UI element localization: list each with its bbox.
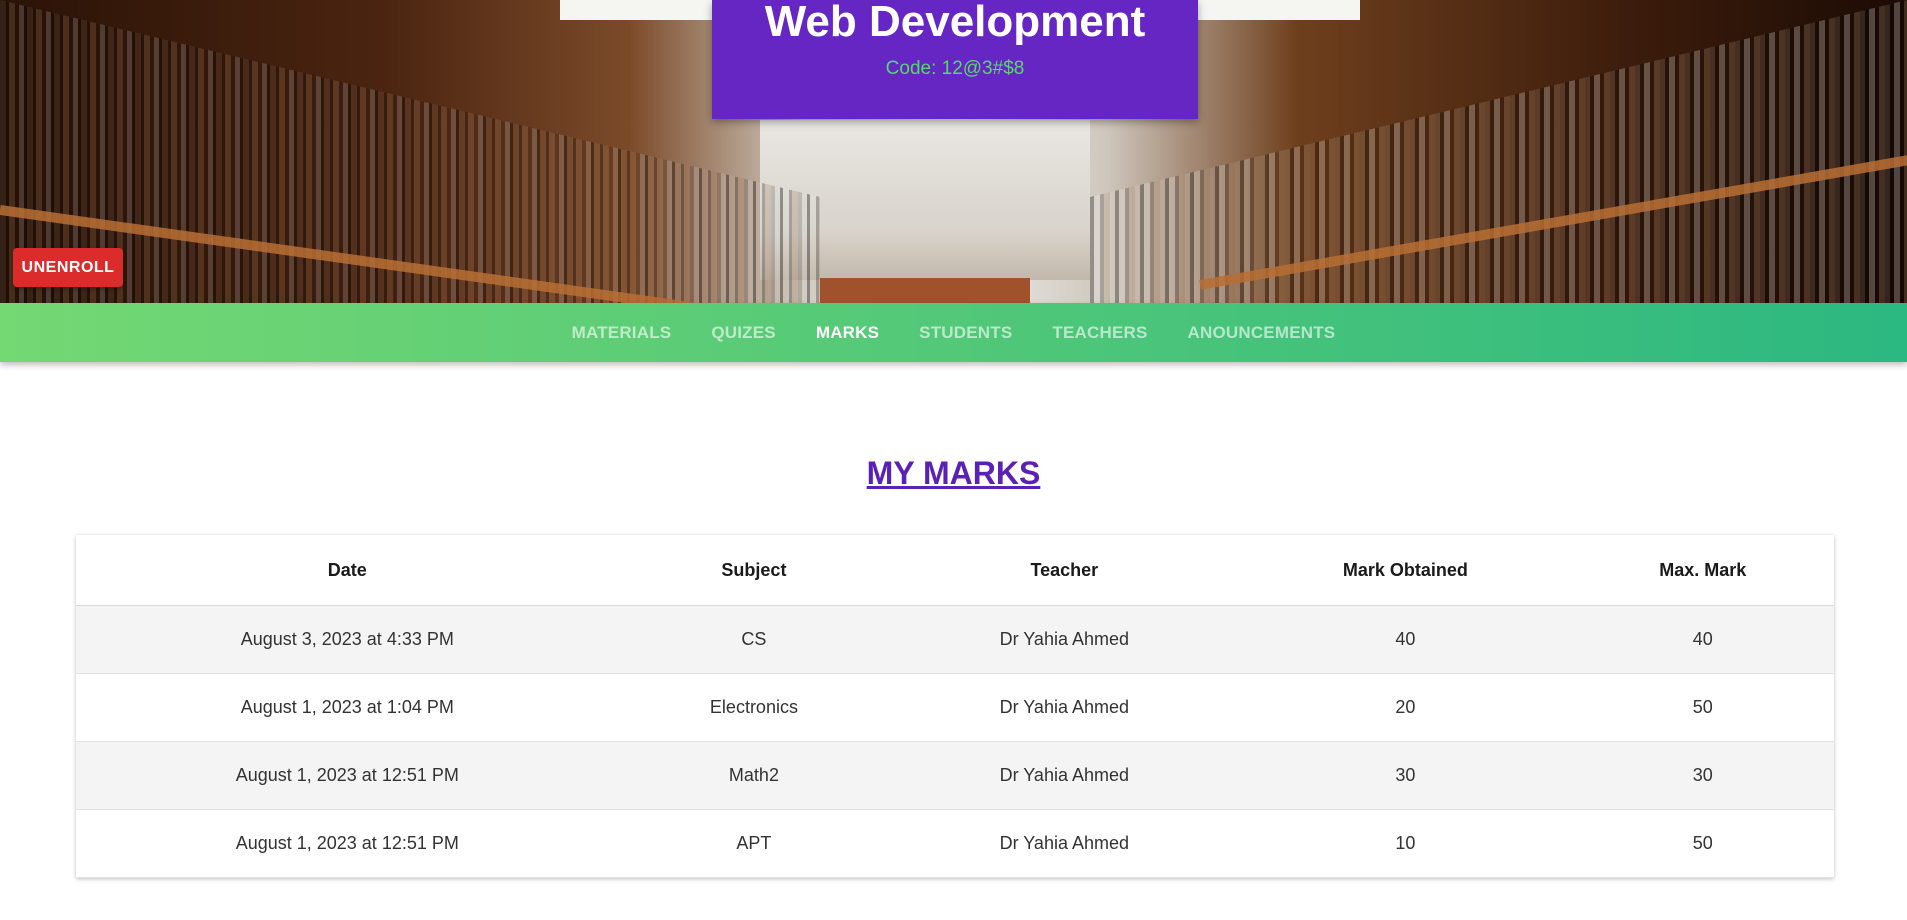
cell-mark-obtained: 10 <box>1239 809 1572 878</box>
table-row: August 3, 2023 at 4:33 PM CS Dr Yahia Ahme… <box>76 605 1834 674</box>
table-header-row: Date Subject Teacher Mark Obtained Max. … <box>76 535 1834 606</box>
cell-date: August 1, 2023 at 12:51 PM <box>76 809 619 878</box>
course-banner: Web Development Code: 12@3#$8 UNENROLL <box>0 0 1907 303</box>
table-row: August 1, 2023 at 12:51 PM APT Dr Yahia Ah… <box>76 809 1834 878</box>
column-header-subject: Subject <box>618 535 890 606</box>
table-row: August 1, 2023 at 1:04 PM Electronics Dr Y… <box>76 673 1834 742</box>
cell-date: August 1, 2023 at 12:51 PM <box>76 741 619 810</box>
tab-teachers[interactable]: TEACHERS <box>1032 323 1167 343</box>
banner-left-bookshelf <box>0 0 820 303</box>
course-code: Code: 12@3#$8 <box>885 58 1025 79</box>
cell-teacher: Dr Yahia Ahmed <box>889 741 1240 810</box>
course-title-card: Web Development Code: 12@3#$8 <box>712 0 1198 119</box>
cell-max-mark: 30 <box>1571 741 1834 810</box>
cell-mark-obtained: 40 <box>1239 605 1572 674</box>
cell-teacher: Dr Yahia Ahmed <box>889 605 1240 674</box>
column-header-max-mark: Max. Mark <box>1571 535 1834 606</box>
tab-marks[interactable]: MARKS <box>796 323 899 343</box>
cell-date: August 1, 2023 at 1:04 PM <box>76 673 619 742</box>
cell-teacher: Dr Yahia Ahmed <box>889 809 1240 878</box>
column-header-mark-obtained: Mark Obtained <box>1239 535 1572 606</box>
cell-subject: APT <box>618 809 890 878</box>
my-marks-heading: MY MARKS <box>866 455 1041 491</box>
cell-max-mark: 50 <box>1571 809 1834 878</box>
cell-subject: Math2 <box>618 741 890 810</box>
column-header-date: Date <box>76 535 619 606</box>
course-tab-bar: MATERIALS QUIZES MARKS STUDENTS TEACHERS ANOU… <box>0 303 1907 362</box>
banner-right-bookshelf <box>1090 0 1907 303</box>
table-row: August 1, 2023 at 12:51 PM Math2 Dr Yahia … <box>76 741 1834 810</box>
course-title: Web Development <box>764 0 1146 46</box>
cell-mark-obtained: 20 <box>1239 673 1572 742</box>
cell-date: August 3, 2023 at 4:33 PM <box>76 605 619 674</box>
cell-subject: Electronics <box>618 673 890 742</box>
cell-mark-obtained: 30 <box>1239 741 1572 810</box>
cell-subject: CS <box>618 605 890 674</box>
tab-quizes[interactable]: QUIZES <box>691 323 796 343</box>
column-header-teacher: Teacher <box>889 535 1240 606</box>
unenroll-button[interactable]: UNENROLL <box>13 248 123 287</box>
banner-floor-shelf <box>820 278 1030 303</box>
tab-students[interactable]: STUDENTS <box>899 323 1032 343</box>
tab-materials[interactable]: MATERIALS <box>552 323 692 343</box>
cell-teacher: Dr Yahia Ahmed <box>889 673 1240 742</box>
marks-table: Date Subject Teacher Mark Obtained Max. … <box>76 535 1834 878</box>
cell-max-mark: 50 <box>1571 673 1834 742</box>
tab-anouncements[interactable]: ANOUNCEMENTS <box>1168 323 1356 343</box>
cell-max-mark: 40 <box>1571 605 1834 674</box>
